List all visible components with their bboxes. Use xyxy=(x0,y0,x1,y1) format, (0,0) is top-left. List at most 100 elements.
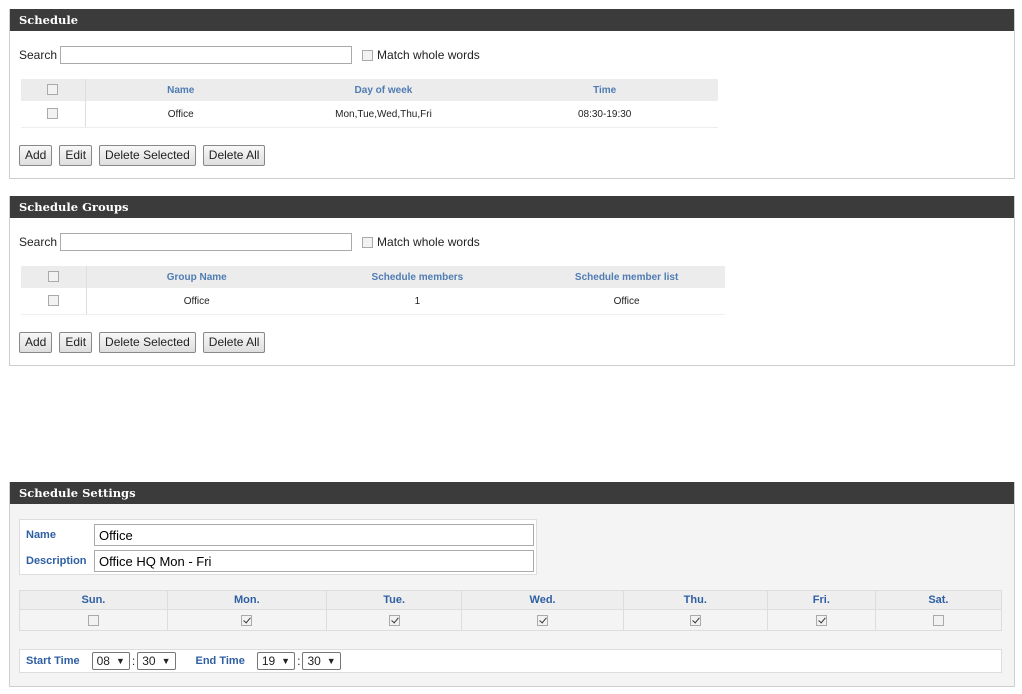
thursday-checkbox[interactable] xyxy=(689,614,701,626)
row-select-cell xyxy=(21,101,86,128)
day-header-sun: Sun. xyxy=(19,590,168,610)
select-all-cell xyxy=(21,79,86,101)
match-whole-words-label: Match whole words xyxy=(377,235,480,249)
day-header-thu: Thu. xyxy=(622,590,768,610)
day-header-mon: Mon. xyxy=(166,590,327,610)
schedule-table: Name Day of week Time Office Mon,Tue,Wed… xyxy=(21,79,718,128)
match-whole-words-checkbox[interactable] xyxy=(362,236,374,248)
start-time-label: Start Time xyxy=(26,655,80,667)
schedule-groups-panel-title: Schedule Groups xyxy=(10,196,1014,218)
delete-all-button[interactable]: Delete All xyxy=(202,332,266,353)
day-cell-thu xyxy=(622,609,768,631)
row-schedule-members: 1 xyxy=(306,288,529,315)
row-group-name: Office xyxy=(86,288,307,315)
groups-buttons: Add Edit Delete Selected Delete All xyxy=(19,332,266,353)
time-box: Start Time 08 ▼ : 30 ▼ End Time 19 ▼ : 30 ▼ xyxy=(19,649,1002,673)
match-whole-words-label: Match whole words xyxy=(377,48,480,62)
chevron-down-icon: ▼ xyxy=(326,656,336,666)
schedule-search-row: Search Match whole words xyxy=(19,44,480,66)
day-header-sat: Sat. xyxy=(874,590,1003,610)
saturday-checkbox[interactable] xyxy=(932,614,944,626)
start-hour-value: 08 xyxy=(96,654,110,668)
days-checkbox-row xyxy=(19,609,1003,631)
start-minute-select[interactable]: 30 ▼ xyxy=(137,652,176,670)
tuesday-checkbox[interactable] xyxy=(388,614,400,626)
groups-match-whole-words[interactable]: Match whole words xyxy=(362,235,480,249)
day-cell-wed xyxy=(461,609,624,631)
row-name: Office xyxy=(85,101,276,128)
row-days: Mon,Tue,Wed,Thu,Fri xyxy=(275,101,492,128)
column-header-schedule-member-list[interactable]: Schedule member list xyxy=(528,266,725,288)
row-schedule-member-list: Office xyxy=(528,288,725,315)
delete-selected-button[interactable]: Delete Selected xyxy=(99,332,196,353)
day-cell-sun xyxy=(19,609,168,631)
name-description-box: Name Description xyxy=(19,519,537,575)
schedule-panel-title: Schedule xyxy=(10,9,1014,31)
search-label: Search xyxy=(19,48,58,62)
chevron-down-icon: ▼ xyxy=(115,656,125,666)
add-button[interactable]: Add xyxy=(19,332,53,353)
name-input[interactable] xyxy=(94,524,534,546)
column-header-group-name[interactable]: Group Name xyxy=(86,266,307,288)
row-checkbox[interactable] xyxy=(47,108,59,120)
schedule-buttons: Add Edit Delete Selected Delete All xyxy=(19,145,266,166)
schedule-groups-panel: Schedule Groups Search Match whole words… xyxy=(9,196,1015,366)
description-label: Description xyxy=(26,555,87,567)
day-header-fri: Fri. xyxy=(766,590,876,610)
schedule-match-whole-words[interactable]: Match whole words xyxy=(362,48,480,62)
table-header-row: Group Name Schedule members Schedule mem… xyxy=(21,266,725,288)
match-whole-words-checkbox[interactable] xyxy=(362,49,374,61)
monday-checkbox[interactable] xyxy=(241,614,253,626)
start-hour-select[interactable]: 08 ▼ xyxy=(91,652,130,670)
start-minute-value: 30 xyxy=(142,654,156,668)
groups-search-row: Search Match whole words xyxy=(19,231,480,253)
edit-button[interactable]: Edit xyxy=(59,145,93,166)
end-minute-value: 30 xyxy=(307,654,321,668)
day-cell-mon xyxy=(166,609,327,631)
day-header-wed: Wed. xyxy=(461,590,624,610)
column-header-name[interactable]: Name xyxy=(85,79,276,101)
column-header-day-of-week[interactable]: Day of week xyxy=(275,79,492,101)
chevron-down-icon: ▼ xyxy=(281,656,291,666)
day-cell-tue xyxy=(325,609,463,631)
select-all-checkbox[interactable] xyxy=(47,84,59,96)
groups-search-input[interactable] xyxy=(60,233,353,251)
schedule-groups-table: Group Name Schedule members Schedule mem… xyxy=(21,266,725,315)
select-all-checkbox[interactable] xyxy=(47,271,59,283)
day-cell-sat xyxy=(874,609,1003,631)
day-header-tue: Tue. xyxy=(325,590,463,610)
sunday-checkbox[interactable] xyxy=(87,614,99,626)
schedule-settings-panel: Schedule Settings Name Description Sun. … xyxy=(9,482,1015,687)
end-hour-value: 19 xyxy=(261,654,276,668)
row-checkbox[interactable] xyxy=(47,295,59,307)
delete-selected-button[interactable]: Delete Selected xyxy=(99,145,196,166)
select-all-cell xyxy=(21,266,87,288)
search-label: Search xyxy=(19,235,58,249)
table-header-row: Name Day of week Time xyxy=(21,79,718,101)
end-time-label: End Time xyxy=(195,655,245,667)
days-header-row: Sun. Mon. Tue. Wed. Thu. Fri. Sat. xyxy=(19,590,1003,610)
time-colon: : xyxy=(131,654,136,668)
end-minute-select[interactable]: 30 ▼ xyxy=(302,652,341,670)
schedule-search-input[interactable] xyxy=(60,46,353,64)
day-cell-fri xyxy=(766,609,876,631)
time-colon: : xyxy=(297,654,301,668)
friday-checkbox[interactable] xyxy=(815,614,827,626)
table-row[interactable]: Office Mon,Tue,Wed,Thu,Fri 08:30-19:30 xyxy=(21,101,718,128)
row-select-cell xyxy=(21,288,87,315)
table-row[interactable]: Office 1 Office xyxy=(21,288,725,315)
wednesday-checkbox[interactable] xyxy=(537,614,549,626)
column-header-schedule-members[interactable]: Schedule members xyxy=(306,266,529,288)
column-header-time[interactable]: Time xyxy=(491,79,718,101)
delete-all-button[interactable]: Delete All xyxy=(202,145,266,166)
days-of-week-table: Sun. Mon. Tue. Wed. Thu. Fri. Sat. xyxy=(19,590,1003,631)
name-label: Name xyxy=(26,529,56,541)
schedule-panel: Schedule Search Match whole words Name D… xyxy=(9,9,1015,179)
edit-button[interactable]: Edit xyxy=(59,332,93,353)
schedule-settings-panel-title: Schedule Settings xyxy=(10,482,1014,504)
add-button[interactable]: Add xyxy=(19,145,53,166)
chevron-down-icon: ▼ xyxy=(161,656,171,666)
description-input[interactable] xyxy=(94,550,534,572)
row-time: 08:30-19:30 xyxy=(491,101,718,128)
end-hour-select[interactable]: 19 ▼ xyxy=(256,652,296,670)
